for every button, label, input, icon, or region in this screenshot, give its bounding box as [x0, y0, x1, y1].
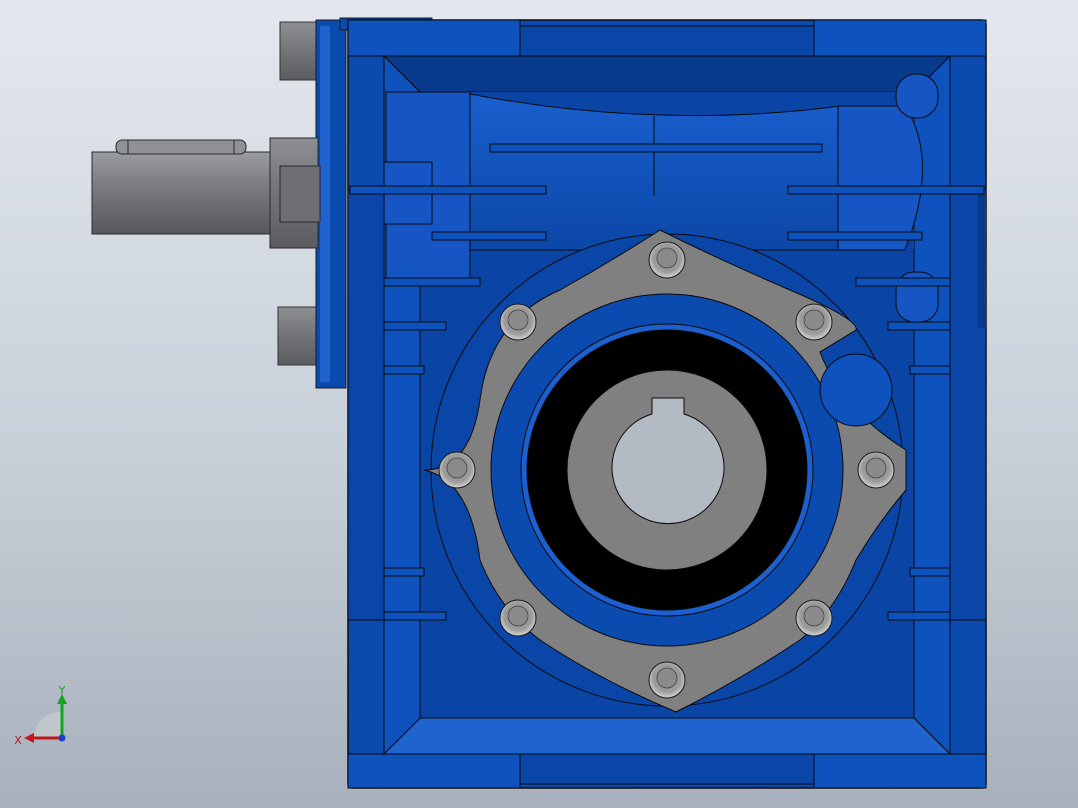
bolt-bottom-right [795, 599, 833, 637]
graphics-viewport[interactable]: Y X [0, 0, 1078, 808]
bolt-top-right [795, 303, 833, 341]
y-axis-label: Y [58, 686, 66, 697]
bolt-top-left [499, 303, 537, 341]
bolt-top [648, 241, 686, 279]
x-axis-label: X [14, 734, 22, 747]
x-arrow-icon [24, 733, 34, 743]
shaft-keyway [115, 139, 247, 155]
bolt-left [438, 451, 476, 489]
model-view[interactable] [0, 0, 1078, 808]
bolt-bottom [648, 661, 686, 699]
view-triad[interactable]: Y X [12, 686, 74, 748]
triad-plane [33, 711, 62, 738]
oil-plug [819, 353, 893, 427]
bolt-bottom-left [499, 599, 537, 637]
z-axis-dot [58, 734, 66, 742]
input-shaft[interactable] [91, 137, 321, 249]
bolt-right [857, 451, 895, 489]
